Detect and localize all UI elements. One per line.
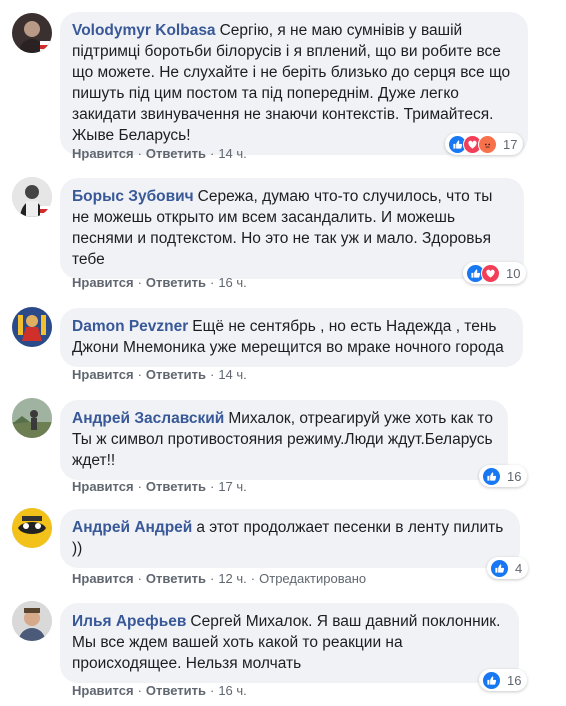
like-button[interactable]: Нравится	[72, 275, 134, 290]
reply-button[interactable]: Ответить	[146, 479, 206, 494]
like-button[interactable]: Нравится	[72, 683, 134, 698]
comment-author[interactable]: Борыс Зубович	[72, 188, 194, 205]
reaction-summary[interactable]: 10	[463, 262, 527, 284]
comment-actions: Нравится · Ответить · 16 ч.	[72, 683, 247, 698]
comment-actions: Нравится · Ответить · 14 ч.	[72, 146, 247, 161]
comment-author[interactable]: Damon Pevzner	[72, 318, 188, 335]
comment-bubble: Андрей Заславский Михалок, отреагируй уже…	[60, 400, 508, 480]
like-button[interactable]: Нравится	[72, 479, 134, 494]
comment-bubble: Илья Арефьев Сергей Михалок. Я ваш давний…	[60, 603, 519, 683]
reaction-summary[interactable]: 16	[479, 465, 528, 487]
comment-bubble: Damon Pevzner Ещё не сентябрь , но есть Н…	[60, 308, 523, 367]
like-button[interactable]: Нравится	[72, 571, 134, 586]
comment-author[interactable]: Андрей Заславский	[72, 410, 224, 427]
reaction-summary[interactable]: 16	[479, 669, 528, 691]
comment-actions: Нравится · Ответить · 16 ч.	[72, 275, 247, 290]
comment-actions: Нравится · Ответить · 17 ч.	[72, 479, 247, 494]
avatar[interactable]	[12, 13, 52, 53]
comment-author[interactable]: Volodymyr Kolbasa	[72, 22, 216, 39]
reaction-count: 17	[503, 136, 518, 152]
avatar[interactable]	[12, 508, 52, 548]
like-button[interactable]: Нравится	[72, 146, 134, 161]
like-icon	[482, 466, 501, 486]
reply-button[interactable]: Ответить	[146, 571, 206, 586]
timestamp[interactable]: 17 ч.	[218, 479, 246, 494]
comment-actions: Нравится · Ответить · 14 ч.	[72, 367, 247, 382]
reply-button[interactable]: Ответить	[146, 367, 206, 382]
like-button[interactable]: Нравится	[72, 367, 134, 382]
timestamp[interactable]: 16 ч.	[218, 275, 246, 290]
timestamp[interactable]: 16 ч.	[218, 683, 246, 698]
edited-label[interactable]: Отредактировано	[259, 571, 366, 586]
angry-icon	[478, 134, 497, 154]
avatar[interactable]	[12, 177, 52, 217]
reply-button[interactable]: Ответить	[146, 146, 206, 161]
comment-text: Сергію, я не маю сумнівів у вашій підтри…	[72, 22, 511, 144]
timestamp[interactable]: 12 ч.	[218, 571, 246, 586]
reaction-count: 16	[507, 468, 522, 484]
reply-button[interactable]: Ответить	[146, 683, 206, 698]
like-icon	[482, 670, 501, 690]
avatar[interactable]	[12, 307, 52, 347]
reaction-count: 4	[515, 560, 523, 576]
comment-actions: Нравится · Ответить · 12 ч. · Отредактировано	[72, 571, 367, 586]
comment-author[interactable]: Илья Арефьев	[72, 613, 186, 630]
reaction-count: 10	[506, 265, 521, 281]
comment-author[interactable]: Андрей Андрей	[72, 519, 192, 536]
comment-bubble: Борыс Зубович Сережа, думаю что-то случил…	[60, 178, 524, 279]
timestamp[interactable]: 14 ч.	[218, 146, 246, 161]
comment-bubble: Андрей Андрей а этот продолжает песенки в…	[60, 509, 520, 568]
avatar[interactable]	[12, 398, 52, 438]
timestamp[interactable]: 14 ч.	[218, 367, 246, 382]
avatar[interactable]	[12, 601, 52, 641]
reaction-summary[interactable]: 4	[487, 557, 529, 579]
reaction-summary[interactable]: 17	[445, 133, 524, 155]
like-icon	[490, 558, 509, 578]
love-icon	[481, 263, 500, 283]
reaction-count: 16	[507, 672, 522, 688]
reply-button[interactable]: Ответить	[146, 275, 206, 290]
